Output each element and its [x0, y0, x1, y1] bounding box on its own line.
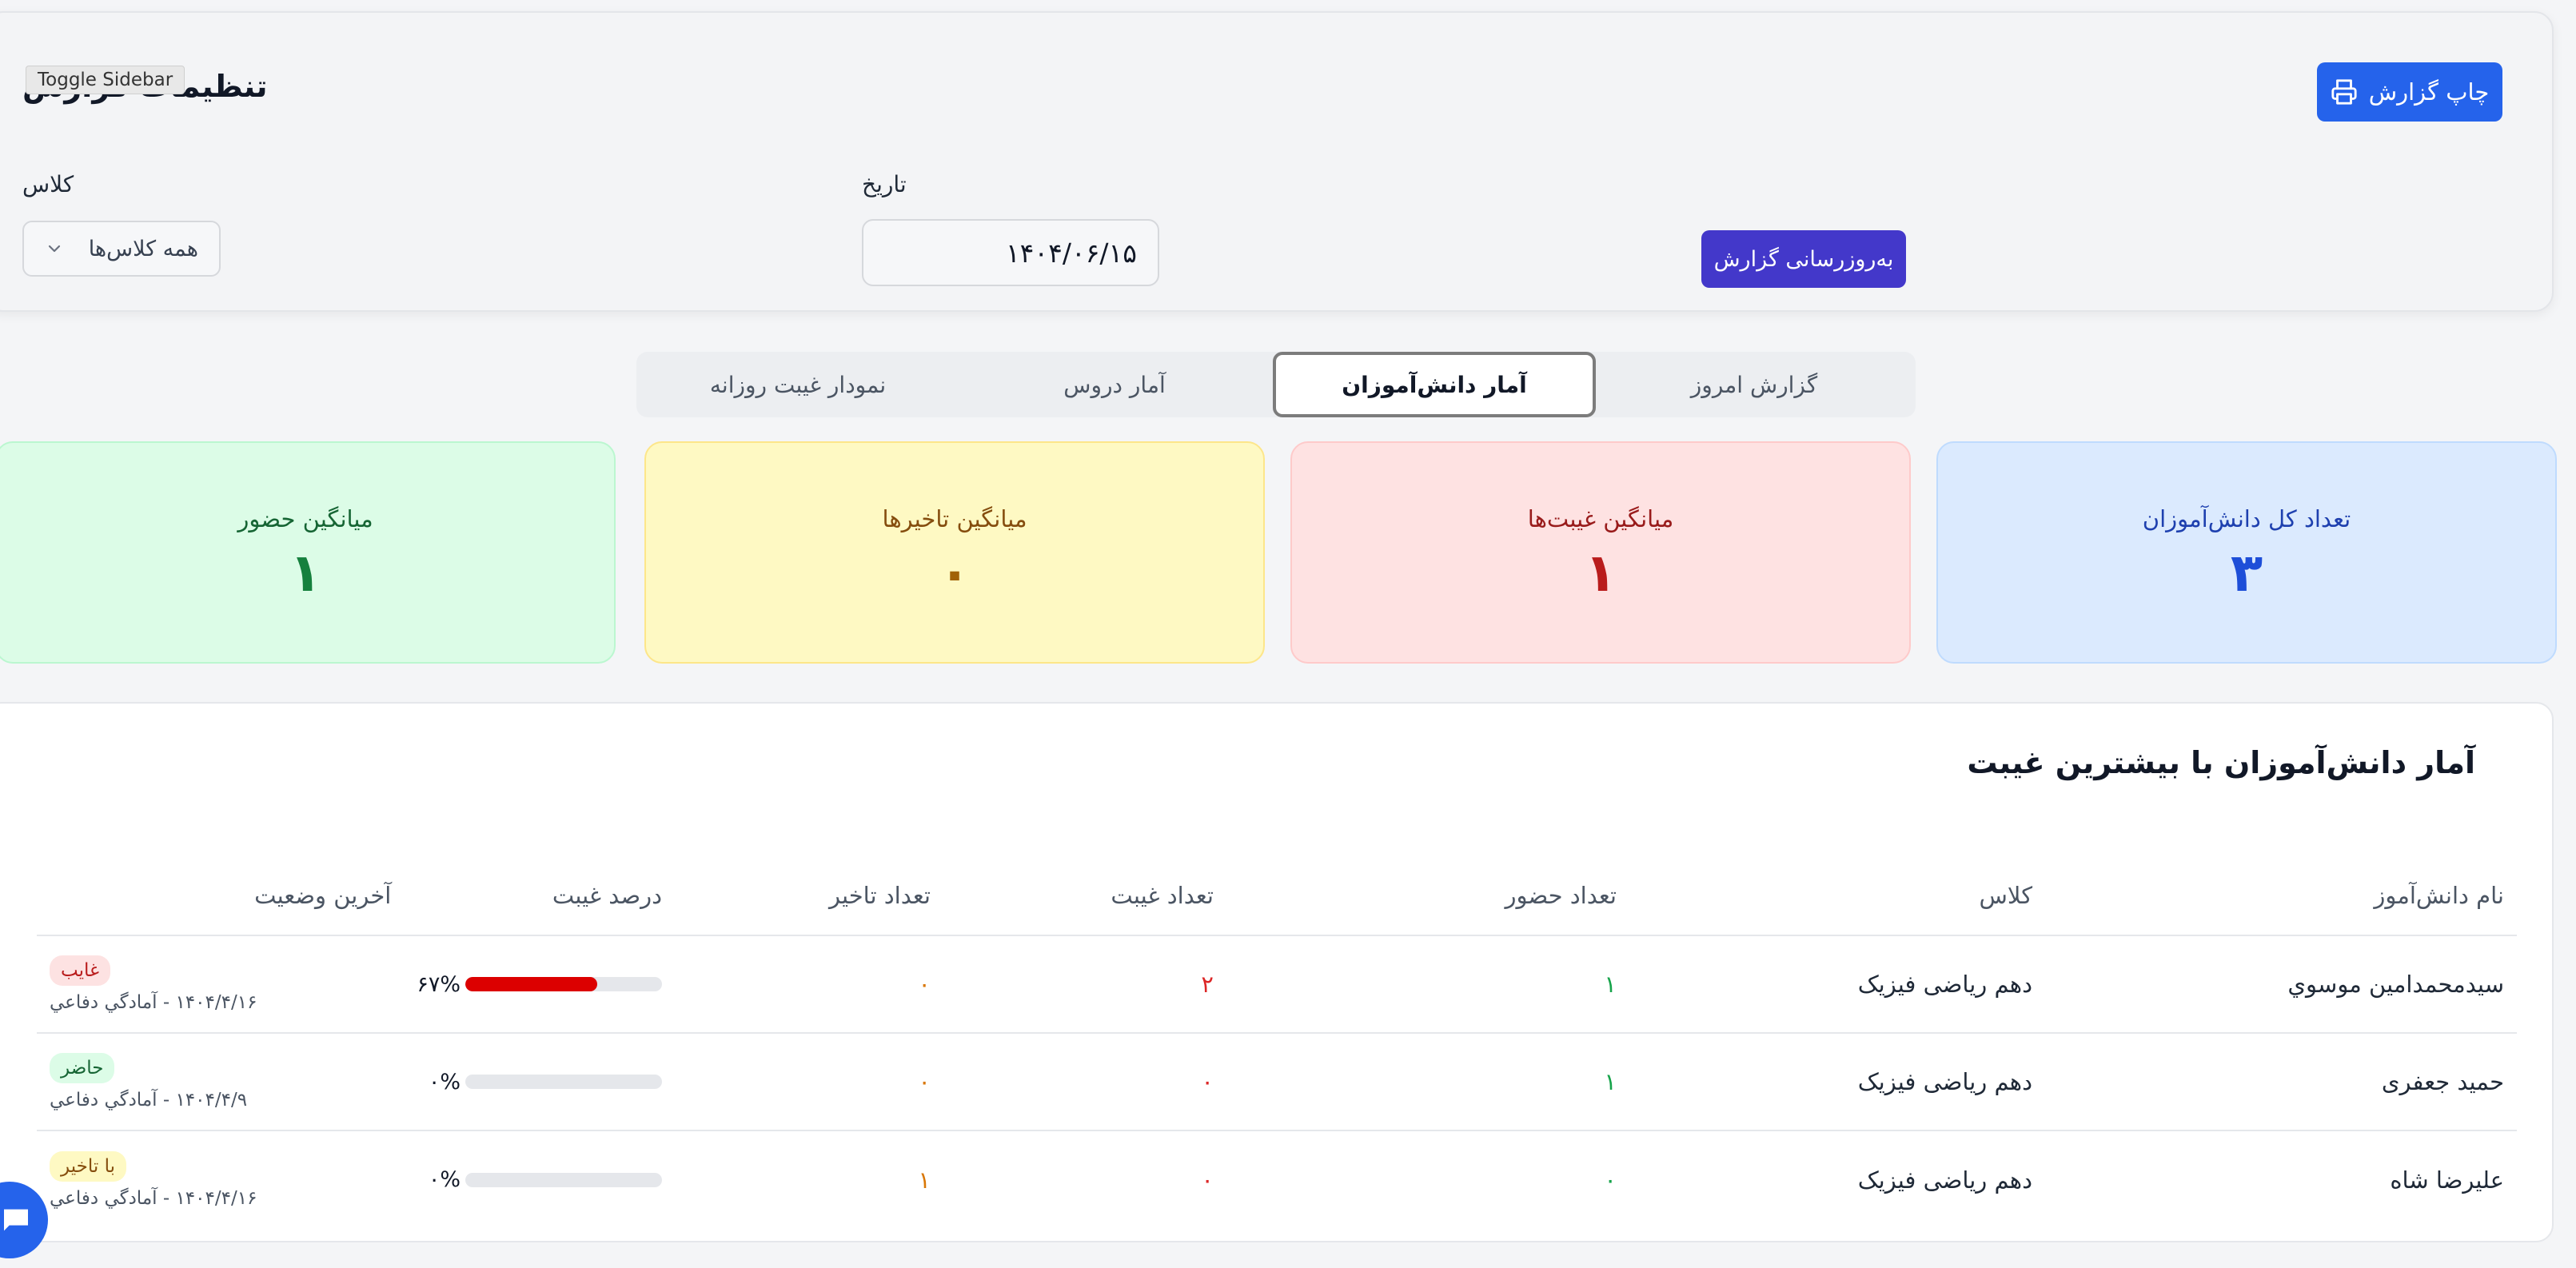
refresh-report-button[interactable]: به‌روزرسانی گزارش — [1701, 230, 1906, 288]
table-row: سیدمحمدامین موسوي دهم ریاضی فیزیک ۱ ۲ ۰ … — [37, 935, 2517, 1034]
printer-icon — [2331, 79, 2357, 105]
present-count: ۰ — [1604, 1166, 1617, 1194]
table-row: علیرضا شاه دهم ریاضی فیزیک ۰ ۰ ۱ ۰% با ت… — [37, 1130, 2517, 1228]
absent-count: ۰ — [943, 1033, 1226, 1131]
status-badge: با تاخیر — [50, 1150, 126, 1182]
absence-percent-cell: ۰% — [404, 1033, 675, 1131]
absent-count: ۲ — [943, 935, 1226, 1034]
present-count: ۱ — [1226, 1033, 1629, 1131]
late-count: ۱ — [918, 1166, 931, 1194]
table-title: آمار دانش‌آموزان با بیشترین غیبت — [1967, 745, 2475, 780]
status-badge: حاضر — [50, 1053, 115, 1083]
last-status-cell: غایب ۱۴۰۴/۴/۱۶ - آمادگي دفاعي — [37, 935, 405, 1034]
tab-today-report[interactable]: گزارش امروز — [1596, 352, 1912, 417]
class-label: کلاس — [22, 171, 74, 197]
chat-icon — [4, 1209, 28, 1231]
absence-percent-text: ۰% — [428, 1069, 461, 1095]
stat-value: ۰ — [938, 542, 971, 604]
stat-card-avg-presence: میانگین حضور ۱ — [0, 441, 616, 664]
absence-percent-cell: ۶۷% — [404, 935, 675, 1034]
stat-value: ۳ — [2230, 542, 2263, 604]
stat-label: میانگین غیبت‌ها — [1527, 505, 1674, 532]
tab-student-stats[interactable]: آمار دانش‌آموزان — [1273, 352, 1596, 417]
status-date: ۱۴۰۴/۴/۱۶ - آمادگي دفاعي — [50, 992, 257, 1013]
absence-percent-text: ۰% — [428, 1167, 461, 1192]
absence-percent-text: ۶۷% — [417, 971, 461, 997]
student-class: دهم ریاضی فیزیک — [1629, 935, 2045, 1034]
absence-progress-fill — [465, 977, 597, 991]
column-header-student-name: نام دانش‌آموز — [2045, 855, 2517, 936]
student-name: علیرضا شاه — [2390, 1166, 2504, 1194]
top-absence-table-card: آمار دانش‌آموزان با بیشترین غیبت نام دان… — [0, 702, 2554, 1242]
table-row: حمید جعفری دهم ریاضی فیزیک ۱ ۰ ۰ ۰% حاضر — [37, 1033, 2517, 1131]
stat-label: تعداد کل دانش‌آموزان — [2142, 505, 2351, 532]
print-label: چاپ گزارش — [2368, 78, 2490, 106]
student-class: دهم ریاضی فیزیک — [1857, 1166, 2032, 1194]
column-header-last-status: آخرین وضعیت — [37, 855, 405, 936]
report-tabs: گزارش امروز آمار دانش‌آموزان آمار دروس ن… — [636, 352, 1916, 417]
absent-count: ۰ — [1201, 1166, 1214, 1194]
stat-label: میانگین تاخیرها — [882, 505, 1027, 532]
toggle-sidebar-tooltip: Toggle Sidebar — [26, 66, 185, 94]
stat-card-total-students: تعداد کل دانش‌آموزان ۳ — [1936, 441, 2557, 664]
column-header-class: کلاس — [1629, 855, 2045, 936]
last-status-cell: با تاخیر ۱۴۰۴/۴/۱۶ - آمادگي دفاعي — [37, 1130, 404, 1228]
table-header-row: نام دانش‌آموز کلاس تعداد حضور تعداد غیبت… — [37, 855, 2517, 936]
print-report-button[interactable]: چاپ گزارش — [2317, 62, 2502, 122]
present-count: ۱ — [1226, 935, 1629, 1034]
status-date: ۱۴۰۴/۴/۱۶ - آمادگي دفاعي — [50, 1187, 257, 1209]
student-name: حمید جعفری — [2045, 1033, 2517, 1131]
date-label: تاریخ — [862, 171, 907, 197]
stat-value: ۱ — [289, 542, 322, 604]
class-select-value: همه کلاس‌ها — [88, 236, 198, 261]
chevron-down-icon — [48, 245, 61, 253]
stat-label: میانگین حضور — [237, 505, 373, 532]
column-header-present-count: تعداد حضور — [1226, 855, 1629, 936]
absence-percent-cell: ۰% — [404, 1130, 675, 1228]
student-name: سیدمحمدامین موسوي — [2045, 935, 2517, 1034]
tab-course-stats[interactable]: آمار دروس — [956, 352, 1273, 417]
tab-daily-absence-chart[interactable]: نمودار غیبت روزانه — [640, 352, 956, 417]
column-header-absence-percent: درصد غیبت — [404, 855, 675, 936]
late-count: ۰ — [675, 1033, 943, 1131]
absence-progress-bar — [465, 1075, 662, 1089]
stat-card-avg-lates: میانگین تاخیرها ۰ — [644, 441, 1265, 664]
student-class: دهم ریاضی فیزیک — [1629, 1033, 2045, 1131]
status-badge: غایب — [50, 955, 111, 986]
class-select[interactable]: همه کلاس‌ها — [22, 221, 221, 277]
absence-progress-bar — [465, 977, 662, 991]
column-header-absent-count: تعداد غیبت — [943, 855, 1226, 936]
late-count: ۰ — [675, 935, 943, 1034]
last-status-cell: حاضر ۱۴۰۴/۴/۹ - آمادگي دفاعي — [37, 1033, 405, 1131]
report-settings-card: تنظیمات گزارش Toggle Sidebar چاپ گزارش ک… — [0, 11, 2554, 312]
top-absence-table: نام دانش‌آموز کلاس تعداد حضور تعداد غیبت… — [37, 855, 2517, 1228]
status-date: ۱۴۰۴/۴/۹ - آمادگي دفاعي — [50, 1090, 248, 1110]
date-input[interactable] — [862, 219, 1159, 286]
column-header-late-count: تعداد تاخیر — [675, 855, 943, 936]
stat-value: ۱ — [1584, 542, 1617, 604]
stat-card-avg-absences: میانگین غیبت‌ها ۱ — [1290, 441, 1911, 664]
absence-progress-bar — [465, 1172, 662, 1187]
